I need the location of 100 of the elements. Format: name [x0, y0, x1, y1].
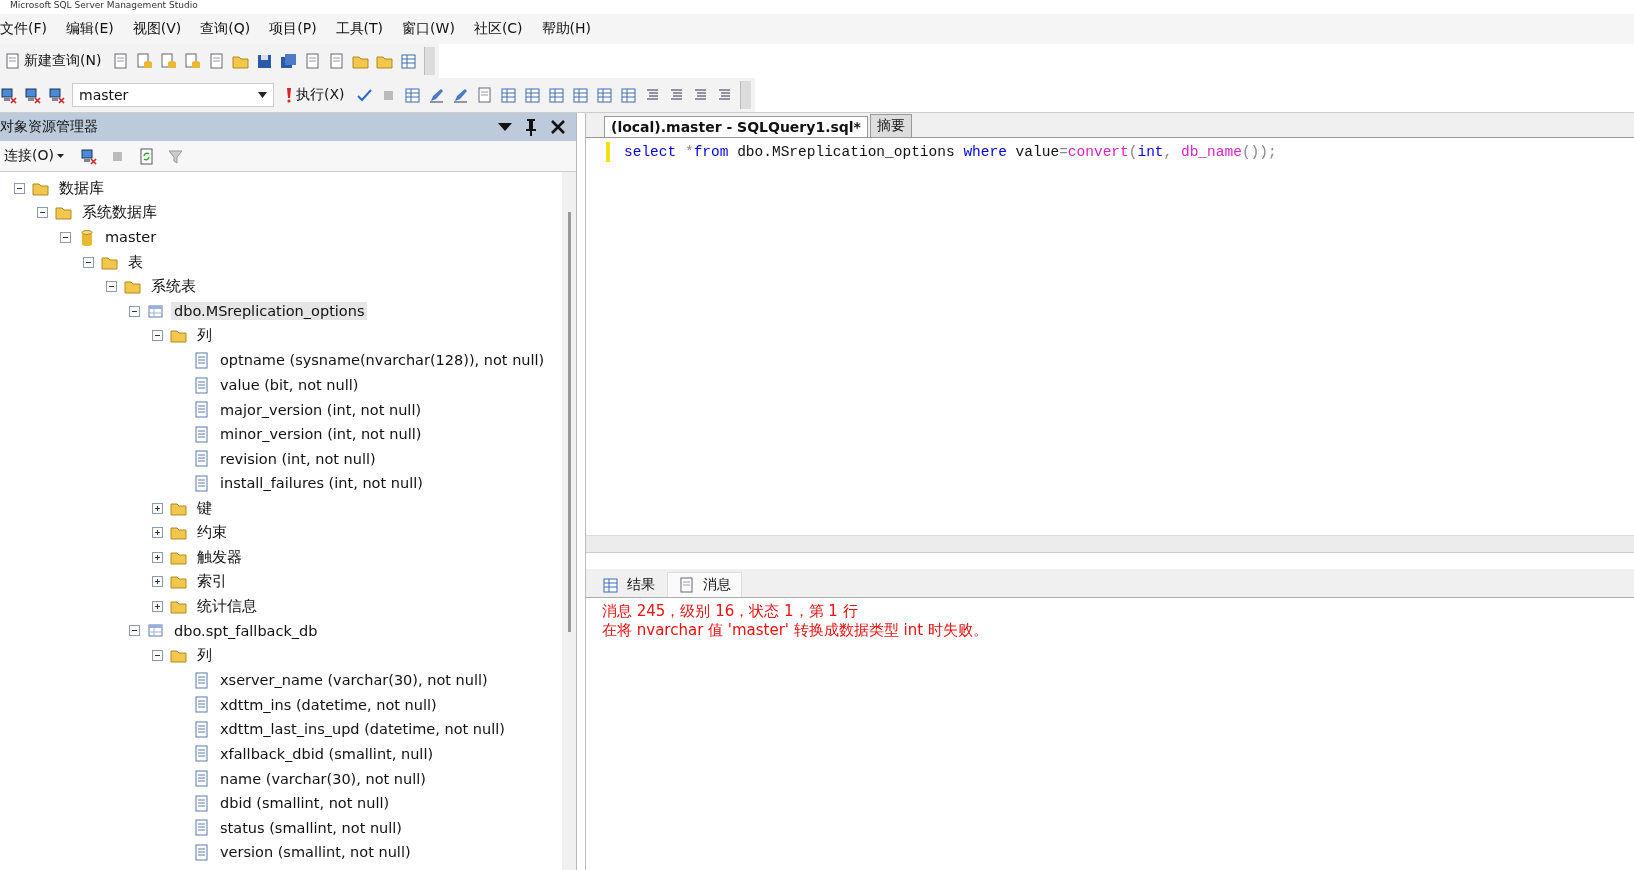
document-tab[interactable]: 摘要 [869, 114, 912, 137]
table-icon [147, 302, 164, 320]
save-icon[interactable] [256, 52, 274, 70]
window-title: Microsoft SQL Server Management Studio [10, 0, 198, 10]
tree-item[interactable]: master [102, 228, 160, 247]
expand-icon[interactable] [152, 527, 163, 539]
document-icon[interactable] [304, 52, 322, 70]
tree-item[interactable]: dbo.spt_fallback_db [171, 622, 321, 640]
expand-icon[interactable] [152, 551, 163, 563]
expand-icon[interactable] [152, 576, 163, 588]
tree-item[interactable]: xfallback_dbid (smallint, null) [217, 744, 437, 763]
tree-item[interactable]: 列 [194, 325, 215, 347]
collapse-icon[interactable] [152, 330, 163, 342]
menu-item[interactable]: 编辑(E) [66, 20, 123, 38]
panel-title: 对象资源管理器 [0, 118, 98, 136]
tree-item[interactable]: dbo.MSreplication_options [171, 302, 368, 321]
pin-icon[interactable] [524, 118, 538, 136]
tree-item[interactable]: xdttm_ins (datetime, not null) [217, 695, 440, 714]
collapse-icon[interactable] [129, 305, 140, 317]
grid-icon[interactable] [403, 86, 421, 104]
grid-icon [602, 576, 619, 594]
menu-item[interactable]: 视图(V) [132, 20, 191, 38]
tree-item[interactable]: 索引 [194, 571, 230, 593]
tree-item[interactable]: xserver_name (varchar(30), not null) [217, 671, 491, 690]
scrollbar[interactable] [562, 172, 576, 870]
tree-item[interactable]: 列 [194, 645, 215, 667]
grid-icon[interactable] [547, 86, 565, 104]
document-icon[interactable] [328, 52, 346, 70]
tree-item[interactable]: 表 [125, 251, 146, 273]
dropdown-icon[interactable] [498, 123, 512, 131]
menu-item[interactable]: 社区(C) [473, 20, 532, 38]
document-icon[interactable] [208, 52, 226, 70]
tree-item[interactable]: major_version (int, not null) [217, 400, 425, 419]
execute-button[interactable]: 执行(X) [281, 86, 349, 104]
new-query-button[interactable]: 新建查询(N) [0, 52, 106, 70]
tree-item[interactable]: value (bit, not null) [217, 376, 362, 395]
menu-item[interactable]: 帮助(H) [541, 20, 601, 38]
tree-item[interactable]: 统计信息 [194, 595, 260, 617]
tree-item[interactable]: status (smallint, not null) [217, 818, 405, 837]
filter-icon[interactable] [166, 147, 184, 165]
tree-item[interactable]: dbid (smallint, not null) [217, 794, 393, 813]
computer-icon[interactable] [0, 86, 17, 104]
grid-icon[interactable] [523, 86, 541, 104]
document-tab[interactable]: (local).master - SQLQuery1.sql* [604, 116, 868, 137]
menu-item[interactable]: 查询(Q) [200, 20, 260, 38]
scrollbar[interactable] [586, 535, 1634, 553]
tree-item[interactable]: 系统数据库 [79, 202, 160, 224]
tree-item[interactable]: 键 [194, 497, 215, 519]
grid-icon[interactable] [400, 52, 418, 70]
grid-icon[interactable] [499, 86, 517, 104]
grid-icon[interactable] [619, 86, 637, 104]
tree-item[interactable]: 约束 [194, 522, 230, 544]
document-icon[interactable] [475, 86, 493, 104]
refresh-icon[interactable] [137, 147, 155, 165]
exclamation-icon [285, 86, 293, 104]
collapse-icon[interactable] [129, 625, 140, 637]
document-icon[interactable] [112, 52, 130, 70]
pencil-icon[interactable] [427, 86, 445, 104]
menu-item[interactable]: 窗口(W) [402, 20, 464, 38]
collapse-icon[interactable] [83, 256, 94, 268]
pencil-icon[interactable] [451, 86, 469, 104]
collapse-icon[interactable] [106, 281, 117, 293]
tree-item[interactable]: xdttm_last_ins_upd (datetime, not null) [217, 720, 508, 739]
database-document-icon[interactable] [184, 52, 202, 70]
menu-item[interactable]: 文件(F) [0, 20, 56, 38]
collapse-icon[interactable] [14, 182, 25, 194]
toolbar-overflow-button[interactable] [739, 81, 751, 109]
collapse-icon[interactable] [152, 650, 163, 662]
tree-item[interactable]: 系统表 [148, 276, 199, 298]
tree-item[interactable]: install_failures (int, not null) [217, 474, 426, 493]
computer-icon[interactable] [79, 147, 97, 165]
computer-icon[interactable] [24, 86, 41, 104]
scrollbar-thumb[interactable] [567, 212, 571, 632]
results-tab[interactable]: 结果 [592, 573, 665, 597]
computer-icon[interactable] [48, 86, 65, 104]
tree-item[interactable]: version (smallint, not null) [217, 843, 414, 862]
grid-icon[interactable] [571, 86, 589, 104]
tree-item[interactable]: revision (int, not null) [217, 449, 379, 468]
connect-button[interactable]: 连接(O) [0, 147, 68, 165]
database-document-icon[interactable] [136, 52, 154, 70]
expand-icon[interactable] [152, 502, 163, 514]
collapse-icon[interactable] [37, 207, 48, 219]
close-icon[interactable] [550, 119, 566, 135]
collapse-icon[interactable] [60, 232, 71, 243]
tree-item[interactable]: 触发器 [194, 546, 245, 568]
database-dropdown[interactable]: master [72, 83, 274, 107]
tree-item[interactable]: name (varchar(30), not null) [217, 769, 429, 788]
toolbar-overflow-button[interactable] [424, 47, 436, 75]
results-tab[interactable]: 消息 [667, 572, 742, 597]
tree-item[interactable]: optname (sysname(nvarchar(128)), not null) [217, 351, 548, 370]
menu-item[interactable]: 工具(T) [335, 20, 393, 38]
tree-item[interactable]: minor_version (int, not null) [217, 425, 425, 444]
menu-item[interactable]: 项目(P) [269, 20, 326, 38]
save-all-icon[interactable] [280, 52, 298, 70]
database-document-icon[interactable] [160, 52, 178, 70]
tree-item[interactable]: 数据库 [56, 177, 107, 199]
column-icon [193, 425, 210, 443]
grid-icon[interactable] [595, 86, 613, 104]
expand-icon[interactable] [152, 600, 163, 612]
change-marker [606, 142, 610, 162]
